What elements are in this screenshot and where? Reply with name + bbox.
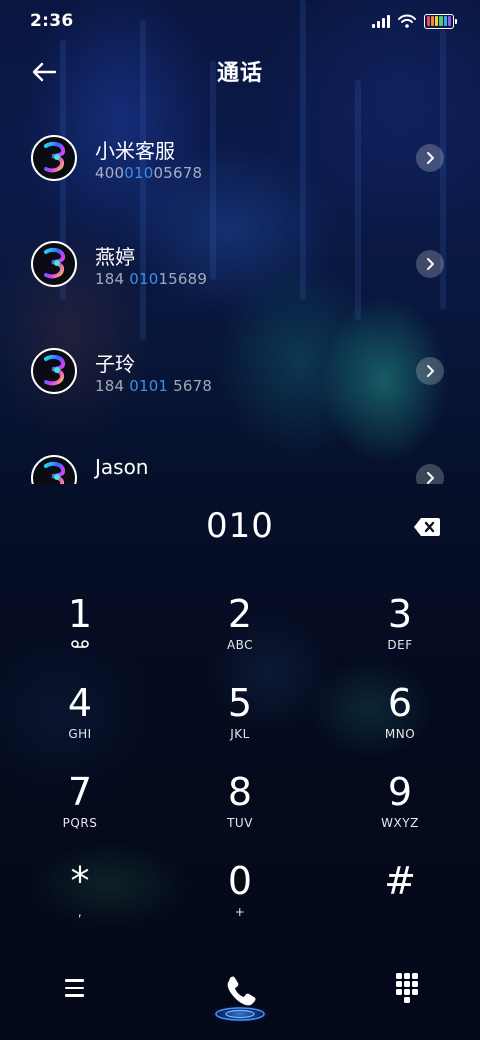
key-digit: 9 — [387, 770, 413, 814]
key-digit: * — [70, 859, 90, 903]
chevron-right-icon — [427, 152, 434, 164]
phone-call-icon — [210, 976, 270, 1023]
key-letters: GHI — [68, 727, 92, 741]
backspace-button[interactable] — [410, 514, 444, 540]
key-digit: 8 — [227, 770, 253, 814]
key-5[interactable]: 5 JKL — [180, 683, 300, 763]
backspace-icon — [414, 518, 440, 536]
wifi-icon — [398, 14, 416, 28]
key-letters: + — [234, 905, 246, 919]
key-letters: , — [77, 905, 83, 919]
dialer-panel: 010 1 2 ABC 3 DEF 4 GHI 5 JKL 6 MNO 7 PQRS 8 TUV 9 WXYZ *… — [0, 484, 480, 1040]
key-digit: 2 — [227, 592, 253, 636]
contact-name: 小米客服 — [95, 139, 175, 163]
avatar-art — [44, 247, 66, 279]
avatar — [31, 135, 77, 181]
contact-detail-button[interactable] — [416, 464, 444, 484]
chevron-right-icon — [427, 472, 434, 484]
key-digit: 3 — [387, 592, 413, 636]
signal-bars-icon — [372, 14, 390, 28]
key-digit: # — [384, 859, 416, 903]
avatar — [31, 241, 77, 287]
key-letters: PQRS — [62, 816, 98, 830]
contact-name: Jason — [95, 455, 149, 479]
key-letters: DEF — [387, 638, 413, 652]
key-digit: 0 — [227, 859, 253, 903]
dialpad-toggle-button[interactable] — [393, 970, 421, 1004]
key-digit: 1 — [67, 592, 93, 636]
contact-number: 40001005678 — [95, 164, 203, 182]
key-9[interactable]: 9 WXYZ — [340, 772, 460, 852]
bottom-action-bar — [0, 954, 480, 1040]
page-title: 通话 — [216, 61, 263, 86]
contact-row[interactable]: 小米客服 40001005678 — [0, 104, 480, 210]
contact-detail-button[interactable] — [416, 144, 444, 172]
key-6[interactable]: 6 MNO — [340, 683, 460, 763]
back-button[interactable] — [26, 54, 62, 90]
key-3[interactable]: 3 DEF — [340, 594, 460, 674]
avatar — [31, 455, 77, 484]
contact-number: 184 01015689 — [95, 270, 208, 288]
key-letters: WXYZ — [381, 816, 419, 830]
contact-detail-button[interactable] — [416, 250, 444, 278]
chevron-right-icon — [427, 258, 434, 270]
avatar — [31, 348, 77, 394]
avatar-art — [44, 354, 66, 386]
voicemail-icon — [71, 638, 89, 652]
key-letters: TUV — [227, 816, 253, 830]
key-letters: MNO — [384, 727, 416, 741]
key-digit: 5 — [227, 681, 253, 725]
contact-number: 184 0101 5678 — [95, 377, 213, 395]
key-4[interactable]: 4 GHI — [20, 683, 140, 763]
key-digit: 7 — [67, 770, 93, 814]
key-0[interactable]: 0 + — [180, 861, 300, 941]
key-star[interactable]: *, — [20, 861, 140, 941]
status-icons — [372, 13, 457, 29]
key-2[interactable]: 2 ABC — [180, 594, 300, 674]
contact-name: 子玲 — [95, 352, 135, 376]
key-digit: 6 — [387, 681, 413, 725]
battery-icon — [424, 13, 457, 29]
contact-row[interactable]: 子玲 184 0101 5678 — [0, 317, 480, 423]
menu-button[interactable] — [60, 974, 88, 1002]
avatar-art — [44, 461, 66, 484]
key-letters: JKL — [230, 727, 250, 741]
contact-list: 小米客服 40001005678 燕婷 184 01015689 子玲 184 … — [0, 104, 480, 484]
key-hash[interactable]: # — [340, 861, 460, 941]
dialed-number: 010 — [206, 506, 274, 546]
avatar-art — [44, 141, 66, 173]
contact-row[interactable]: Jason — [0, 424, 480, 484]
back-arrow-icon — [32, 62, 57, 82]
contact-detail-button[interactable] — [416, 357, 444, 385]
chevron-right-icon — [427, 365, 434, 377]
status-bar: 2:36 — [0, 0, 480, 42]
contact-name: 燕婷 — [95, 245, 135, 269]
status-time: 2:36 — [30, 11, 74, 31]
key-letters: ABC — [226, 638, 254, 652]
key-7[interactable]: 7 PQRS — [20, 772, 140, 852]
key-digit: 4 — [67, 681, 93, 725]
key-1[interactable]: 1 — [20, 594, 140, 674]
call-button[interactable] — [208, 962, 272, 1026]
header: 通话 — [0, 46, 480, 96]
dialpad-icon — [396, 973, 418, 1003]
menu-icon — [64, 979, 84, 982]
key-8[interactable]: 8 TUV — [180, 772, 300, 852]
contact-row[interactable]: 燕婷 184 01015689 — [0, 210, 480, 316]
